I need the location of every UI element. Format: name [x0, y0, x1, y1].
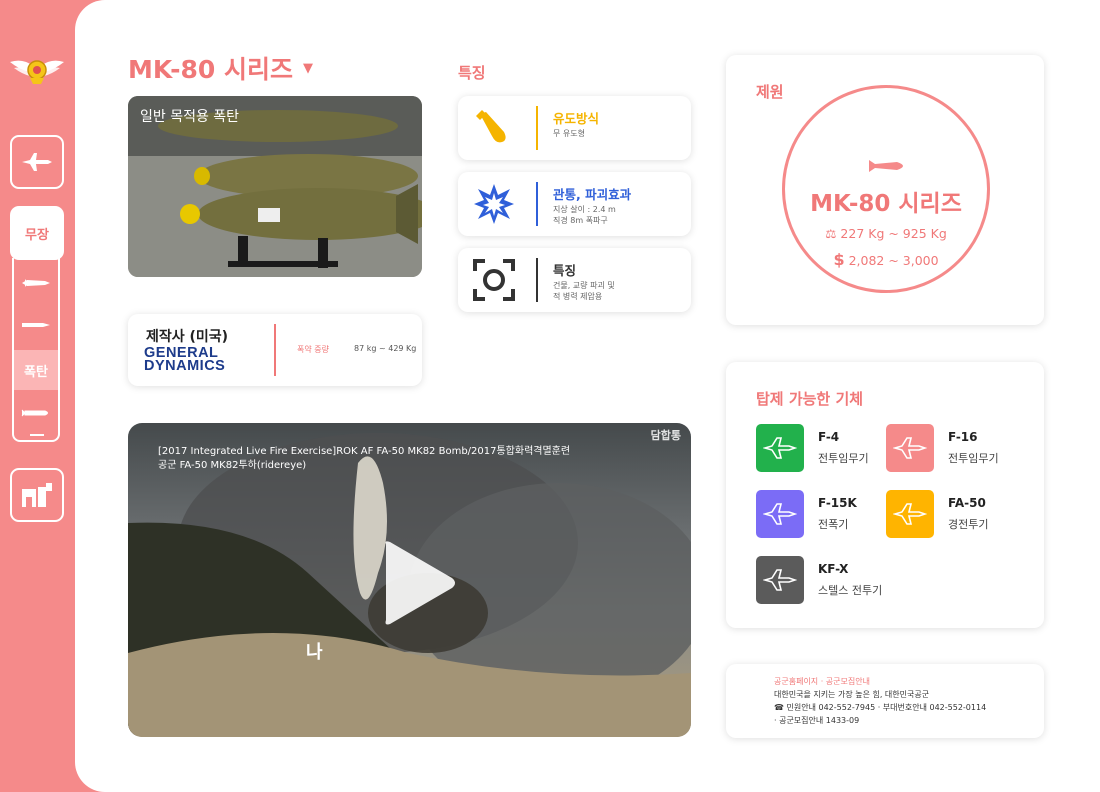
footer-recruit: · 공군모집안내 1433-09	[774, 716, 860, 725]
feature-heading: 유도방식	[553, 111, 600, 126]
feature-heading: 특징	[553, 263, 577, 278]
sidebar-aircraft-button[interactable]	[10, 135, 64, 189]
photo-caption: 일반 목적용 폭탄	[140, 109, 240, 125]
footer-card: 공군홈페이지 · 공군모집안내 대한민국을 지키는 가장 높은 힘, 대한민국공…	[726, 664, 1044, 738]
manufacturer-card: 제작사 (미국) GENERAL DYNAMICS 폭약 중량 87 kg ~ …	[128, 314, 422, 386]
specs-name: MK-80 시리즈	[810, 191, 962, 217]
sidebar-scroll-handle[interactable]	[30, 434, 44, 436]
torpedo-icon	[21, 409, 48, 417]
aircraft-role: 스텔스 전투기	[818, 584, 883, 597]
fighter-jet-icon	[756, 424, 804, 472]
bomb-photo: 일반 목적용 폭탄	[128, 96, 422, 277]
explosive-weight-value: 87 kg ~ 429 Kg	[354, 344, 417, 353]
explosive-weight-label: 폭약 중량	[297, 345, 329, 354]
main-panel: MK-80 시리즈 ▼ 일반 목적용 폭탄 제작사 (미국) GENERAL D…	[75, 0, 1100, 792]
specs-weight-value: 227 Kg ~ 925 Kg	[840, 226, 947, 241]
specs-price-value: 2,082 ~ 3,000	[848, 253, 939, 268]
specs-circle: MK-80 시리즈 ⚖ 227 Kg ~ 925 Kg $ 2,082 ~ 3,…	[782, 85, 990, 293]
air-force-emblem-icon	[10, 60, 64, 84]
video-title-line2: 공군 FA-50 MK82투하(ridereye)	[158, 460, 307, 471]
video-title-line1: [2017 Integrated Live Fire Exercise]ROK …	[158, 446, 571, 457]
aircraft-name: F-4	[818, 430, 840, 444]
bomb-icon	[472, 108, 516, 148]
dollar-icon: $	[833, 250, 845, 269]
fighter-jet-icon	[886, 490, 934, 538]
feature-heading: 관통, 파괴효과	[553, 187, 632, 202]
dropdown-arrow-icon[interactable]: ▼	[303, 61, 313, 76]
aircraft-role: 전폭기	[818, 518, 849, 531]
aircraft-name: KF-X	[818, 562, 849, 576]
footer-contact: ☎ 민원안내 042-552-7945 · 부대번호안내 042-552-011…	[774, 703, 987, 712]
aircraft-role: 경전투기	[948, 518, 989, 531]
divider	[274, 324, 276, 376]
rocket-icon	[22, 323, 50, 327]
feature-card-penetration: 관통, 파괴효과 지상 살이 : 2.4 m 직경 8m 폭파구	[458, 172, 691, 236]
aircraft-item-f15k[interactable]: F-15K 전폭기	[756, 490, 886, 540]
aircraft-label: 탑제 가능한 기체	[756, 390, 864, 408]
features-title: 특징	[458, 64, 486, 82]
sidebar-torpedo-item[interactable]	[14, 400, 58, 426]
feature-desc: 무 유도형	[553, 129, 585, 138]
sidebar-base-button[interactable]	[10, 468, 64, 522]
feature-desc: 건물, 교량 파괴 및 적 병력 제압용	[553, 281, 615, 301]
fighter-jet-icon	[886, 424, 934, 472]
fighter-jet-icon	[22, 153, 52, 171]
sidebar-rocket-item[interactable]	[14, 312, 58, 338]
page-title: MK-80 시리즈	[128, 55, 293, 84]
fighter-jet-icon	[756, 490, 804, 538]
missile-icon	[22, 279, 50, 287]
aircraft-name: F-15K	[818, 496, 857, 510]
weapon-selector[interactable]: MK-80 시리즈 ▼	[128, 50, 313, 86]
aircraft-name: F-16	[948, 430, 978, 444]
manufacturer-label: 제작사 (미국)	[146, 329, 229, 345]
manufacturer-logo: GENERAL DYNAMICS	[144, 346, 226, 374]
aircraft-name: FA-50	[948, 496, 986, 510]
sidebar-bomb-item[interactable]: 폭탄	[14, 350, 58, 390]
target-icon	[472, 259, 516, 301]
aircraft-role: 전투임무기	[818, 452, 869, 465]
compatible-aircraft-card: 탑제 가능한 기체 F-4 전투임무기 F-16 전투임무기 F-15K 전폭기	[726, 362, 1044, 628]
hangar-icon	[22, 483, 52, 507]
feature-desc: 지상 살이 : 2.4 m 직경 8m 폭파구	[553, 205, 616, 225]
video-channel-mark: 담합통	[650, 429, 681, 442]
divider	[536, 106, 538, 150]
sidebar: 무장 폭탄	[0, 0, 75, 792]
divider	[536, 182, 538, 226]
aircraft-item-kfx[interactable]: KF-X 스텔스 전투기	[756, 556, 886, 606]
fighter-jet-icon	[756, 556, 804, 604]
aircraft-item-f16[interactable]: F-16 전투임무기	[886, 424, 1016, 474]
feature-card-guidance: 유도방식 무 유도형	[458, 96, 691, 160]
explosion-icon	[472, 184, 516, 224]
aircraft-item-f4[interactable]: F-4 전투임무기	[756, 424, 886, 474]
video-player[interactable]: 나 [2017 Integrated Live Fire Exercise]RO…	[128, 423, 691, 737]
bomb-icon	[869, 160, 903, 172]
svg-text:나: 나	[306, 642, 323, 663]
aircraft-item-fa50[interactable]: FA-50 경전투기	[886, 490, 1016, 540]
footer-slogan: 대한민국을 지키는 가장 높은 힘, 대한민국공군	[774, 690, 930, 699]
video-title: [2017 Integrated Live Fire Exercise]ROK …	[158, 445, 598, 473]
sidebar-weapons-tab[interactable]: 무장	[10, 206, 64, 260]
specs-label: 제원	[756, 83, 784, 101]
specs-card: 제원 MK-80 시리즈 ⚖ 227 Kg ~ 925 Kg $ 2,082 ~…	[726, 55, 1044, 325]
manufacturer-name-line2: DYNAMICS	[144, 358, 226, 374]
feature-card-usage: 특징 건물, 교량 파괴 및 적 병력 제압용	[458, 248, 691, 312]
weight-icon: ⚖	[825, 226, 837, 241]
specs-price: $ 2,082 ~ 3,000	[785, 250, 987, 269]
sidebar-missile-item[interactable]	[14, 270, 58, 296]
footer-links[interactable]: 공군홈페이지 · 공군모집안내	[774, 676, 870, 687]
play-icon[interactable]	[378, 538, 458, 628]
aircraft-role: 전투임무기	[948, 452, 999, 465]
specs-weight: ⚖ 227 Kg ~ 925 Kg	[785, 226, 987, 241]
divider	[536, 258, 538, 302]
